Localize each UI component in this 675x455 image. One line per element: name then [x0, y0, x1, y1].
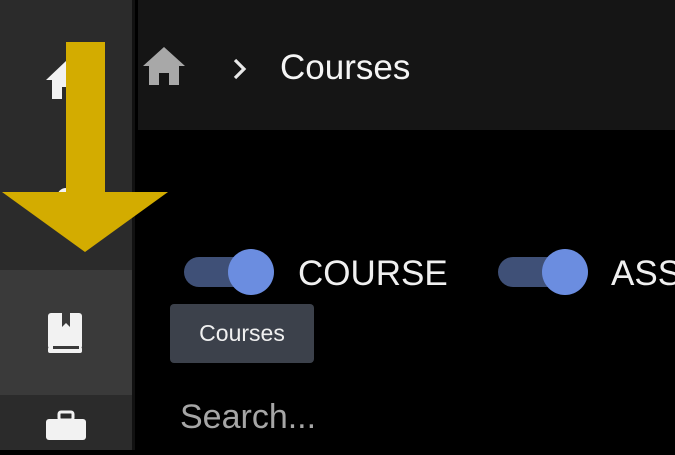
briefcase-icon [46, 410, 86, 440]
home-icon [46, 61, 86, 99]
sidebar-item-courses[interactable] [0, 270, 132, 395]
book-icon [48, 312, 82, 353]
breadcrumb: Courses [138, 0, 675, 130]
course-toggle[interactable] [184, 249, 276, 297]
sidebar-item-home[interactable] [0, 20, 132, 140]
toggle-knob [542, 249, 588, 295]
courses-tooltip: Courses [170, 304, 314, 363]
course-toggle-label: COURSE [298, 254, 448, 293]
sidebar [0, 0, 135, 450]
sidebar-item-profile[interactable] [0, 140, 132, 270]
toggle-knob [228, 249, 274, 295]
assignment-toggle[interactable] [498, 249, 590, 297]
sidebar-item-jobs[interactable] [0, 395, 132, 455]
search-input[interactable] [180, 393, 660, 441]
chevron-right-icon [233, 58, 247, 80]
assignment-toggle-label: ASS [611, 254, 675, 293]
profile-icon [49, 188, 83, 223]
home-icon[interactable] [140, 44, 188, 88]
breadcrumb-current: Courses [280, 48, 411, 87]
